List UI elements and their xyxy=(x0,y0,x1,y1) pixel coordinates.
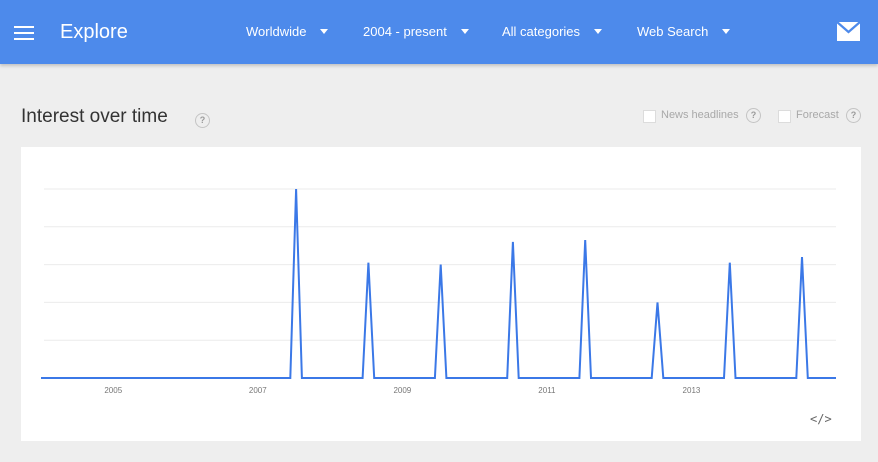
caret-down-icon xyxy=(320,29,329,34)
help-question-icon[interactable]: ? xyxy=(846,108,861,123)
x-tick-label: 2005 xyxy=(104,386,122,395)
time-range-filter-label: 2004 - present xyxy=(363,24,447,39)
section-title: Interest over time xyxy=(21,106,168,127)
x-tick-label: 2013 xyxy=(683,386,701,395)
mail-icon[interactable] xyxy=(836,21,861,42)
forecast-checkbox[interactable] xyxy=(778,110,791,123)
interest-over-time-chart: 2005 2007 2009 2011 2013 xyxy=(41,188,836,395)
forecast-label: Forecast xyxy=(796,109,839,121)
help-question-icon[interactable]: ? xyxy=(195,113,210,128)
news-headlines-checkbox[interactable] xyxy=(643,110,656,123)
search-type-filter-label: Web Search xyxy=(637,24,709,39)
news-headlines-label: News headlines xyxy=(661,109,739,121)
x-tick-label: 2011 xyxy=(538,386,556,395)
caret-down-icon xyxy=(594,29,603,34)
time-range-filter-dropdown[interactable]: 2004 - present xyxy=(363,23,469,41)
x-tick-label: 2009 xyxy=(393,386,411,395)
menu-bar-line xyxy=(14,32,34,34)
interest-over-time-card: 2005 2007 2009 2011 2013 xyxy=(21,147,861,441)
top-app-bar: Explore Worldwide 2004 - present All cat… xyxy=(0,0,878,64)
caret-down-icon xyxy=(722,29,731,34)
region-filter-dropdown[interactable]: Worldwide xyxy=(246,23,329,41)
search-type-filter-dropdown[interactable]: Web Search xyxy=(637,23,731,41)
code-embed-icon[interactable]: </> xyxy=(810,412,832,426)
category-filter-dropdown[interactable]: All categories xyxy=(502,23,603,41)
hamburger-menu-icon[interactable] xyxy=(14,26,34,40)
menu-bar-line xyxy=(14,26,34,28)
x-tick-label: 2007 xyxy=(249,386,267,395)
app-title: Explore xyxy=(60,21,128,43)
caret-down-icon xyxy=(460,29,469,34)
category-filter-label: All categories xyxy=(502,24,581,39)
menu-bar-line xyxy=(14,38,34,40)
series-line xyxy=(41,188,836,379)
region-filter-label: Worldwide xyxy=(246,24,307,39)
help-question-icon[interactable]: ? xyxy=(746,108,761,123)
